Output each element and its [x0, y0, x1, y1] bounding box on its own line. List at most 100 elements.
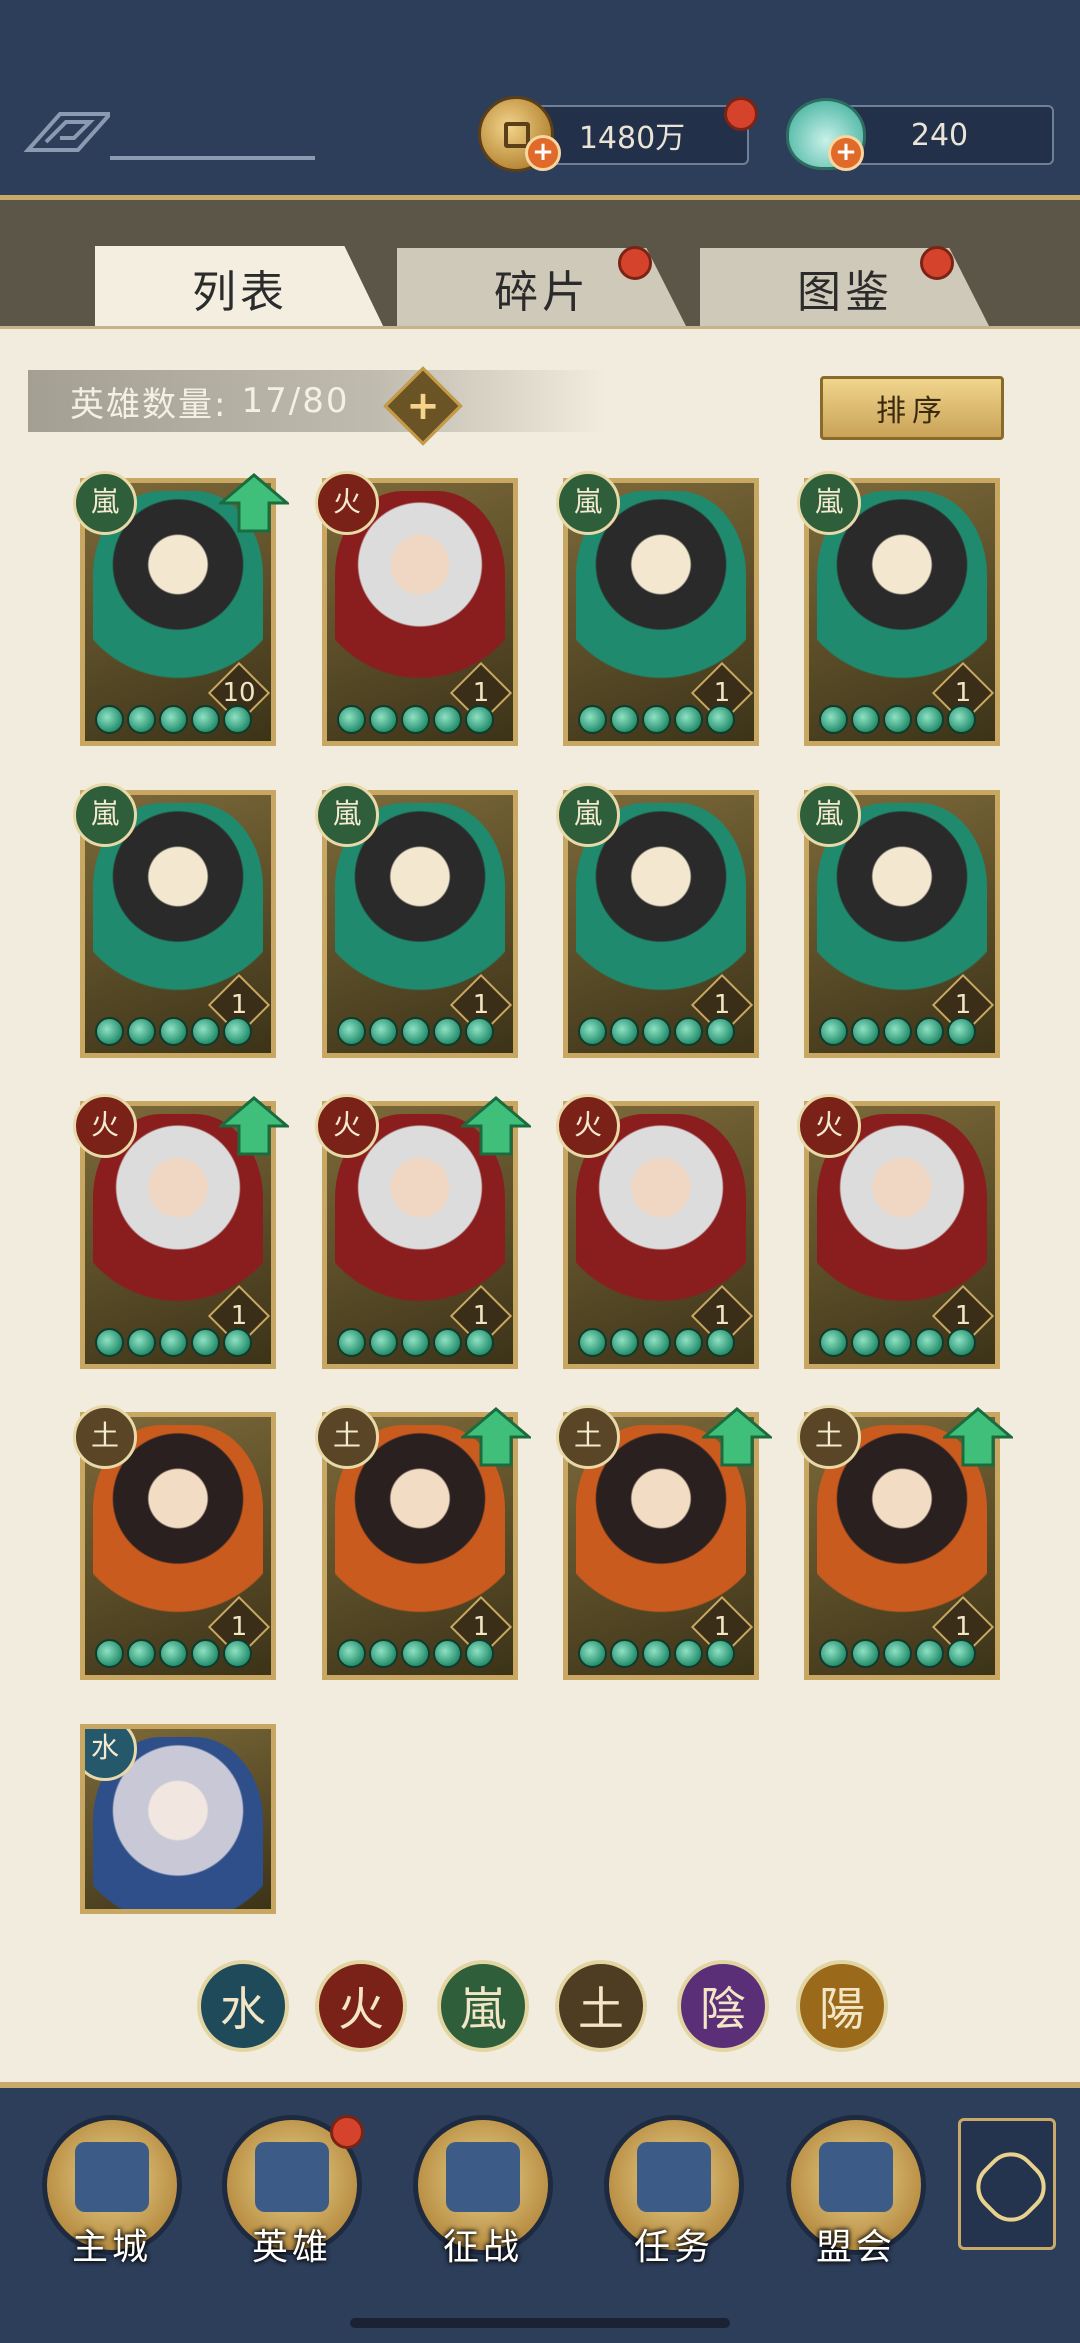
jade-bead-icon	[642, 705, 671, 734]
element-filter-button[interactable]: 土	[555, 1960, 647, 2052]
hero-card[interactable]: 嵐1	[797, 471, 1000, 746]
element-badge: 火	[797, 1094, 861, 1158]
jade-bead-icon	[401, 1639, 430, 1668]
jade-bead-icon	[223, 1328, 252, 1357]
hero-card[interactable]: 火1	[315, 1094, 531, 1369]
jade-bead-icon	[337, 1328, 366, 1357]
jade-bead-icon	[191, 705, 220, 734]
jade-bead-icon	[159, 1639, 188, 1668]
jade-bead-icon	[610, 1639, 639, 1668]
jade-bead-icon	[337, 1639, 366, 1668]
jade-bead-icon	[883, 1328, 912, 1357]
jade-bead-icon	[578, 1639, 607, 1668]
jade-bead-icon	[706, 1017, 735, 1046]
element-badge: 土	[797, 1405, 861, 1469]
star-beads	[337, 1017, 507, 1047]
nav-label: 任务	[633, 2227, 714, 2268]
tab-codex-label: 图鉴	[797, 267, 893, 318]
element-filter-button[interactable]: 水	[197, 1960, 289, 2052]
hero-count-bar: 英雄数量: 17/80	[28, 370, 608, 432]
hero-card[interactable]: 土1	[315, 1405, 531, 1680]
sort-button[interactable]: 排序	[820, 376, 1004, 440]
jade-bead-icon	[95, 1017, 124, 1046]
jade-bead-icon	[947, 705, 976, 734]
nav-label: 英雄	[251, 2227, 332, 2268]
upgrade-arrow-icon	[219, 1096, 289, 1156]
jade-bead-icon	[433, 1328, 462, 1357]
hero-card[interactable]: 火1	[556, 1094, 759, 1369]
hero-card[interactable]: 嵐1	[556, 471, 759, 746]
jade-bead-icon	[610, 705, 639, 734]
hero-card[interactable]: 嵐1	[73, 783, 276, 1058]
jade-bead-icon	[191, 1639, 220, 1668]
upgrade-arrow-icon	[702, 1407, 772, 1467]
element-badge: 嵐	[73, 783, 137, 847]
element-filter-button[interactable]: 嵐	[437, 1960, 529, 2052]
jade-bead-icon	[883, 1639, 912, 1668]
element-badge: 嵐	[315, 783, 379, 847]
upgrade-arrow-icon	[943, 1407, 1013, 1467]
tab-list[interactable]: 列表	[95, 246, 385, 330]
element-badge: 土	[73, 1405, 137, 1469]
jade-bead-icon	[674, 705, 703, 734]
hero-card[interactable]: 火1	[73, 1094, 289, 1369]
jade-bead-icon	[127, 1017, 156, 1046]
jade-bead-icon	[883, 705, 912, 734]
hero-card[interactable]: 火1	[315, 471, 518, 746]
jade-bead-icon	[159, 705, 188, 734]
jade-bead-icon	[947, 1017, 976, 1046]
jade-bead-icon	[610, 1017, 639, 1046]
sort-label: 排序	[876, 394, 948, 429]
jade-bead-icon	[674, 1017, 703, 1046]
fragments-notification-dot	[618, 246, 652, 280]
hero-card[interactable]: 土1	[73, 1405, 276, 1680]
hero-card[interactable]: 土1	[556, 1405, 772, 1680]
nav-label: 征战	[442, 2227, 523, 2268]
jade-bead-icon	[127, 705, 156, 734]
element-filter-button[interactable]: 陽	[796, 1960, 888, 2052]
star-beads	[337, 705, 507, 735]
hero-card[interactable]: 土1	[797, 1405, 1013, 1680]
horn-icon	[446, 2142, 520, 2212]
home-indicator	[350, 2318, 730, 2328]
hero-card[interactable]: 火1	[797, 1094, 1000, 1369]
coin-notification-dot	[724, 97, 758, 131]
element-filter-button[interactable]: 陰	[677, 1960, 769, 2052]
add-shells-button[interactable]: +	[828, 135, 864, 171]
jade-bead-icon	[127, 1328, 156, 1357]
jade-bead-icon	[191, 1328, 220, 1357]
jade-bead-icon	[223, 1639, 252, 1668]
hero-card[interactable]: 嵐1	[315, 783, 518, 1058]
element-badge: 火	[315, 471, 379, 535]
element-filter-button[interactable]: 火	[315, 1960, 407, 2052]
jade-bead-icon	[433, 1639, 462, 1668]
jade-bead-icon	[433, 705, 462, 734]
element-badge: 土	[315, 1405, 379, 1469]
palace-icon	[75, 2142, 149, 2212]
hero-icon	[255, 2142, 329, 2212]
jade-bead-icon	[401, 1328, 430, 1357]
add-coins-button[interactable]: +	[525, 135, 561, 171]
pavilion-icon	[819, 2142, 893, 2212]
jade-bead-icon	[851, 1328, 880, 1357]
jade-bead-icon	[915, 1017, 944, 1046]
nav-label: 主城	[71, 2227, 152, 2268]
jade-bead-icon	[223, 1017, 252, 1046]
star-beads	[578, 1328, 748, 1358]
jade-bead-icon	[127, 1639, 156, 1668]
jade-bead-icon	[465, 1639, 494, 1668]
hero-card[interactable]: 嵐1	[797, 783, 1000, 1058]
jade-bead-icon	[337, 705, 366, 734]
hero-card[interactable]: 嵐1	[556, 783, 759, 1058]
tab-list-label: 列表	[192, 267, 288, 318]
jade-bead-icon	[642, 1017, 671, 1046]
jade-bead-icon	[401, 1017, 430, 1046]
jade-bead-icon	[642, 1639, 671, 1668]
jade-bead-icon	[947, 1639, 976, 1668]
hero-card[interactable]: 嵐 10	[73, 471, 289, 746]
more-menu-button[interactable]	[958, 2118, 1057, 2250]
star-beads	[95, 1639, 265, 1669]
star-beads	[337, 1639, 507, 1669]
hero-card[interactable]: 水	[80, 1724, 276, 1914]
jade-bead-icon	[159, 1328, 188, 1357]
